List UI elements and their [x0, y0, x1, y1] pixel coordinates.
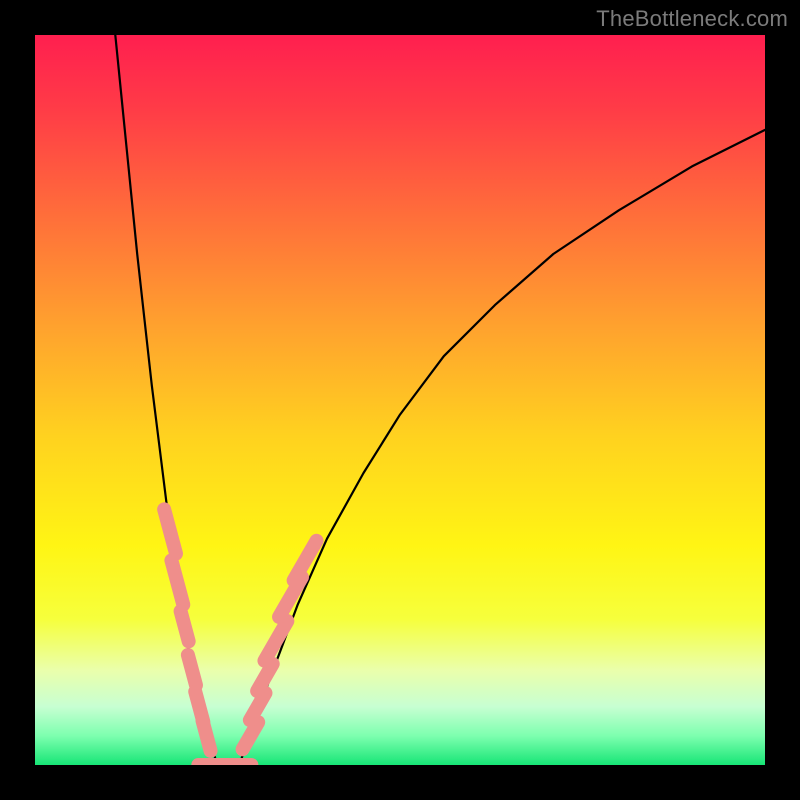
curve-marker: [213, 758, 258, 765]
watermark-text: TheBottleneck.com: [596, 6, 788, 32]
chart-frame: TheBottleneck.com: [0, 0, 800, 800]
plot-area: [35, 35, 765, 765]
plot-svg: [35, 35, 765, 765]
gradient-background: [35, 35, 765, 765]
